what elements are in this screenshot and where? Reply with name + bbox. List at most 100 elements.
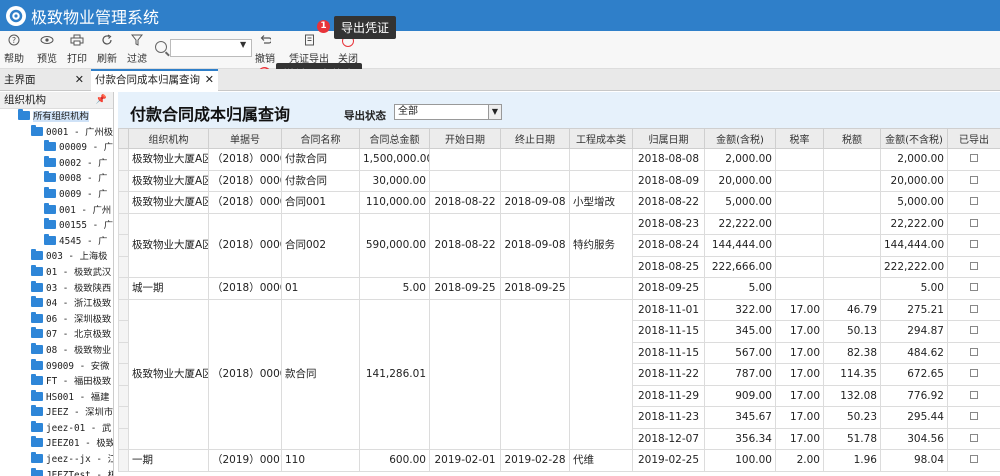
column-header[interactable]: 税率 [775, 128, 824, 149]
table-row[interactable]: 极致物业大厦A区（2018）000043合同002590,000.002018-… [118, 212, 1000, 278]
sidebar-tree-item[interactable]: 所有组织机构 [0, 109, 113, 125]
exported-checkbox[interactable] [970, 261, 978, 270]
column-header[interactable]: 合同名称 [281, 128, 360, 149]
cell-doc-no: （2018）000041 [208, 191, 282, 214]
sidebar-tree-item-label: 08 - 极致物业 [46, 344, 112, 356]
table-row[interactable]: 极致物业大厦A区（2018）000035付款合同30,000.00 2018-08… [118, 169, 1000, 192]
sidebar-tree-item[interactable]: 0002 - 广 [0, 155, 113, 172]
folder-icon [31, 420, 43, 432]
filter-button[interactable]: 过滤 [127, 34, 147, 65]
sidebar-tree-item[interactable]: 04 - 浙江极致 [0, 296, 113, 312]
cell-cost-type: 小型增改 [569, 191, 633, 214]
tab-payment-contract-query[interactable]: 付款合同成本归属查询 ✕ [91, 69, 218, 91]
column-header[interactable]: 开始日期 [429, 128, 501, 149]
exported-checkbox[interactable] [970, 455, 978, 464]
table-row[interactable]: 极致物业大厦A区（2018）000034付款合同1,500,000.00 2018… [118, 148, 1000, 171]
column-header[interactable]: 工程成本类 [569, 128, 633, 149]
cell-tax-rate [775, 169, 824, 192]
cell-contract: 付款合同 [281, 148, 360, 171]
column-header[interactable]: 已导出 [947, 128, 1000, 149]
folder-icon [44, 233, 56, 245]
sidebar-tree-item[interactable]: jeez--jx - 江 [0, 452, 113, 468]
sidebar-tree-item[interactable]: 0001 - 广州极 [0, 124, 113, 141]
sidebar-tree-item[interactable]: 00009 - 广 [0, 140, 113, 156]
column-header[interactable]: 税额 [823, 128, 881, 149]
column-header[interactable]: 归属日期 [632, 128, 705, 149]
close-tab-icon[interactable]: ✕ [205, 71, 214, 89]
cell-tax-rate [775, 212, 824, 235]
cell-amount-incl-tax: 787.00 [704, 363, 776, 386]
sidebar-tree-item[interactable]: 4545 - 广 [0, 233, 113, 250]
title-bar: 极致物业管理系统 [0, 0, 1000, 31]
sidebar-tree-item[interactable]: HS001 - 福建 [0, 389, 113, 406]
row-indicator [118, 191, 129, 214]
pin-icon[interactable]: 📌 [96, 92, 107, 109]
exported-checkbox[interactable] [970, 326, 978, 335]
cell-exported [947, 212, 1000, 235]
help-button[interactable]: ? 帮助 [4, 34, 24, 65]
exported-checkbox[interactable] [970, 433, 978, 442]
cell-tax-rate: 17.00 [775, 363, 824, 386]
cell-attribution-date: 2018-09-25 [632, 277, 705, 300]
sidebar-tree-item[interactable]: 001 - 广州 [0, 202, 113, 219]
exported-checkbox[interactable] [970, 283, 978, 292]
folder-icon [31, 389, 43, 401]
sidebar-tree-item[interactable]: 09009 - 安微 [0, 358, 113, 375]
chevron-down-icon[interactable]: ▼ [240, 40, 246, 49]
exported-checkbox[interactable] [970, 369, 978, 378]
sidebar-tree-item[interactable]: JEEZ - 深圳市 [0, 405, 113, 421]
cell-doc-no: （2018）000093 [208, 298, 282, 450]
exported-checkbox[interactable] [970, 304, 978, 313]
row-indicator-header [118, 128, 129, 149]
sidebar-tree-item[interactable]: 08 - 极致物业 [0, 342, 113, 359]
table-row[interactable]: 一期（2019）000133110600.002019-02-012019-02… [118, 449, 1000, 472]
sidebar-tree-item-label: JEEZTest - 极 [46, 469, 113, 476]
cell-cost-type [569, 277, 633, 300]
print-button[interactable]: 打印 [67, 34, 87, 65]
exported-checkbox[interactable] [970, 154, 978, 163]
column-header[interactable]: 合同总金额 [359, 128, 430, 149]
sidebar-tree-item[interactable]: 0009 - 广 [0, 186, 113, 203]
cell-org: 极致物业大厦A区 [128, 212, 209, 278]
sidebar-tree-item[interactable]: 00155 - 广 [0, 218, 113, 234]
column-header[interactable]: 终止日期 [500, 128, 570, 149]
exported-checkbox[interactable] [970, 347, 978, 356]
export-status-select[interactable]: 全部 ▼ [394, 104, 502, 120]
table-row[interactable]: 城一期（2018）000051010015.002018-09-252018-0… [118, 277, 1000, 300]
help-label: 帮助 [4, 54, 24, 65]
sidebar-tree-item[interactable]: 03 - 极致陕西 [0, 280, 113, 297]
exported-checkbox[interactable] [970, 240, 978, 249]
cell-amount-excl-tax: 5.00 [880, 277, 948, 300]
exported-checkbox[interactable] [970, 412, 978, 421]
sidebar-tree-item[interactable]: FT - 福田极致 [0, 374, 113, 390]
close-tab-icon[interactable]: ✕ [75, 69, 84, 91]
cell-doc-no: （2018）000035 [208, 169, 282, 192]
exported-checkbox[interactable] [970, 175, 978, 184]
sidebar-tree-item[interactable]: 003 - 上海极 [0, 249, 113, 265]
column-header[interactable]: 组织机构 [128, 128, 209, 149]
undo-button[interactable]: 撤销 [255, 34, 275, 65]
export-voucher-button[interactable]: 凭证导出 [289, 34, 329, 65]
sidebar-tree-item[interactable]: jeez-01 - 武 [0, 420, 113, 437]
exported-checkbox[interactable] [970, 390, 978, 399]
refresh-button[interactable]: 刷新 [97, 34, 117, 65]
column-header[interactable]: 单据号 [208, 128, 282, 149]
sidebar-tree-item[interactable]: JEEZTest - 极 [0, 467, 113, 476]
row-indicator [118, 427, 129, 450]
cell-tax-rate [775, 234, 824, 257]
tab-main[interactable]: 主界面 ✕ [0, 69, 88, 91]
column-header[interactable]: 金额(不含税) [880, 128, 948, 149]
exported-checkbox[interactable] [970, 197, 978, 206]
table-row[interactable]: 极致物业大厦A区（2018）000093款合同141,286.01 2018-11… [118, 298, 1000, 450]
preview-button[interactable]: 预览 [37, 34, 57, 65]
cell-amount-excl-tax: 20,000.00 [880, 169, 948, 192]
sidebar-tree-item[interactable]: 07 - 北京极致 [0, 327, 113, 343]
exported-checkbox[interactable] [970, 218, 978, 227]
sidebar-tree-item[interactable]: 0008 - 广 [0, 171, 113, 187]
column-header[interactable]: 金额(含税) [704, 128, 776, 149]
table-row[interactable]: 极致物业大厦A区（2018）000041合同001110,000.002018-… [118, 191, 1000, 214]
sidebar-tree-item[interactable]: JEEZ01 - 极致 [0, 436, 113, 452]
sidebar-tree-item[interactable]: 06 - 深圳极致 [0, 311, 113, 328]
sidebar-tree-item-label: 所有组织机构 [33, 111, 89, 122]
sidebar-tree-item[interactable]: 01 - 极致武汉 [0, 264, 113, 281]
